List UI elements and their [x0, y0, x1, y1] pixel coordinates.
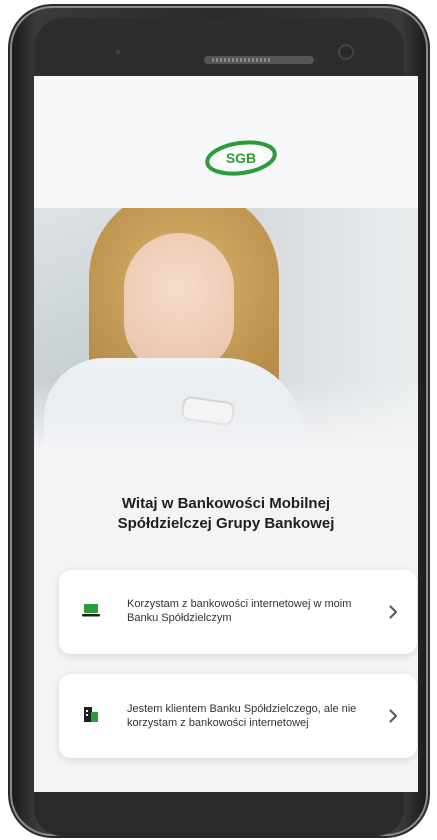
option-2-label: Jestem klientem Banku Spółdzielczego, al… — [127, 703, 357, 729]
logo-text: SGB — [226, 150, 256, 166]
earpiece-speaker-icon — [204, 56, 314, 64]
app-screen: SGB Witaj w Bankowości Mobilnej Spółdzie… — [34, 76, 418, 792]
hero-image — [34, 208, 418, 450]
option-internet-banking-user[interactable]: Korzystam z bankowości internetowej w mo… — [59, 570, 417, 654]
phone-bottom-bezel — [34, 792, 404, 836]
sgb-logo: SGB — [205, 140, 277, 176]
welcome-heading: Witaj w Bankowości Mobilnej Spółdzielcze… — [54, 494, 398, 534]
chevron-right-icon — [389, 605, 398, 619]
option-bank-client-no-internet[interactable]: Jestem klientem Banku Spółdzielczego, al… — [59, 674, 417, 758]
option-1-label: Korzystam z bankowości internetowej w mo… — [127, 598, 352, 624]
laptop-icon — [82, 604, 100, 617]
welcome-line-2: Spółdzielczej Grupy Bankowej — [117, 515, 335, 532]
welcome-line-1: Witaj w Bankowości Mobilnej — [121, 495, 331, 512]
phone-top-bezel — [34, 18, 404, 76]
chevron-right-icon — [389, 709, 398, 723]
bank-building-icon — [84, 707, 98, 722]
phone-frame: SGB Witaj w Bankowości Mobilnej Spółdzie… — [12, 8, 426, 836]
sensor-icon — [340, 46, 352, 58]
front-camera-icon — [114, 48, 122, 56]
